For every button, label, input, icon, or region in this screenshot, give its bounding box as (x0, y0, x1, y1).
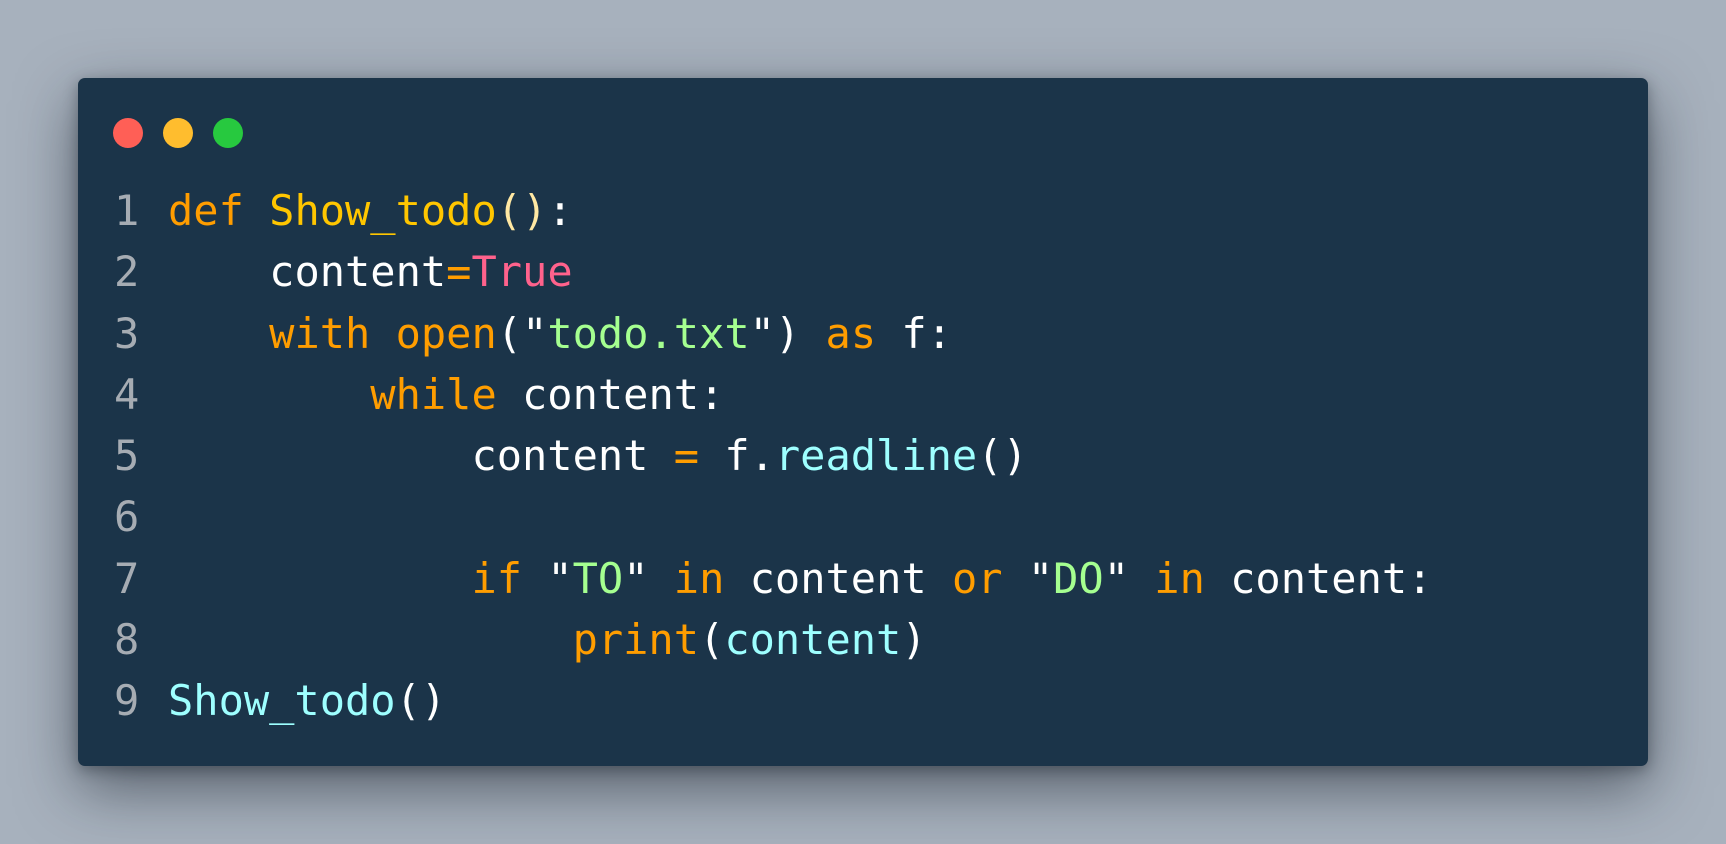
code-token: ) (774, 308, 801, 358)
code-token: True (471, 247, 573, 297)
code-token: def (168, 186, 244, 235)
code-token: content (724, 553, 952, 603)
line-number: 8 (114, 615, 140, 665)
code-token: () (977, 431, 1028, 481)
code-line: 4 while content: (114, 364, 1432, 425)
code-token: " (547, 553, 573, 603)
code-token: ) (901, 615, 927, 665)
code-token: ( (699, 615, 725, 665)
code-line: 3 with open("todo.txt") as f: (114, 303, 1432, 364)
code-block: 1 def Show_todo(): 2 content=True 3 with op… (114, 180, 1432, 732)
code-token: as (825, 308, 877, 358)
code-token: with (269, 308, 371, 358)
code-token: in (673, 553, 725, 603)
code-token: Show_todo (168, 676, 396, 726)
close-dot-icon[interactable] (113, 118, 143, 148)
code-line: 9 Show_todo() (114, 670, 1432, 731)
line-number: 5 (114, 431, 140, 481)
code-token: if (471, 553, 523, 603)
code-token: or (951, 553, 1003, 603)
code-token: " (1027, 553, 1054, 603)
code-token: () (395, 676, 447, 726)
code-token: in (1154, 553, 1205, 603)
code-token: () (496, 186, 548, 235)
code-line: 2 content=True (114, 241, 1432, 302)
code-token: open (395, 308, 497, 358)
maximize-dot-icon[interactable] (213, 118, 243, 148)
code-token: DO (1053, 553, 1104, 603)
code-token: content (269, 247, 447, 297)
code-token: ( (496, 308, 523, 358)
code-token: : (547, 186, 573, 235)
code-token: TO (572, 553, 624, 603)
code-token: " (749, 308, 775, 358)
code-token: while (370, 369, 497, 419)
line-number: 4 (114, 369, 140, 419)
line-number: 7 (114, 553, 140, 603)
line-number: 1 (114, 186, 140, 235)
code-token: readline (774, 431, 978, 481)
code-token: content (724, 615, 902, 665)
line-number: 6 (114, 492, 140, 542)
code-line: 5 content = f.readline() (114, 425, 1432, 486)
window-controls (113, 118, 243, 148)
code-token: content: (1204, 553, 1433, 603)
code-line: 7 if "TO" in content or "DO" in content: (114, 548, 1432, 609)
minimize-dot-icon[interactable] (163, 118, 193, 148)
code-token: " (623, 553, 649, 603)
code-token: content: (496, 369, 725, 419)
code-token: content (471, 431, 674, 481)
code-token: print (572, 615, 700, 665)
code-token: = (673, 431, 700, 481)
line-number: 2 (114, 247, 140, 297)
code-token: = (446, 247, 472, 297)
code-line: 8 print(content) (114, 609, 1432, 670)
line-number: 9 (114, 676, 140, 726)
code-token: Show_todo (269, 186, 497, 235)
code-token: todo.txt (547, 308, 750, 358)
code-line: 6 (114, 486, 1432, 547)
code-line: 1 def Show_todo(): (114, 180, 1432, 241)
code-token: f. (699, 431, 775, 481)
code-token: f: (876, 308, 952, 358)
line-number: 3 (114, 308, 140, 358)
code-window: 1 def Show_todo(): 2 content=True 3 with op… (78, 78, 1648, 766)
code-token: " (522, 308, 548, 358)
code-token: " (1103, 553, 1129, 603)
